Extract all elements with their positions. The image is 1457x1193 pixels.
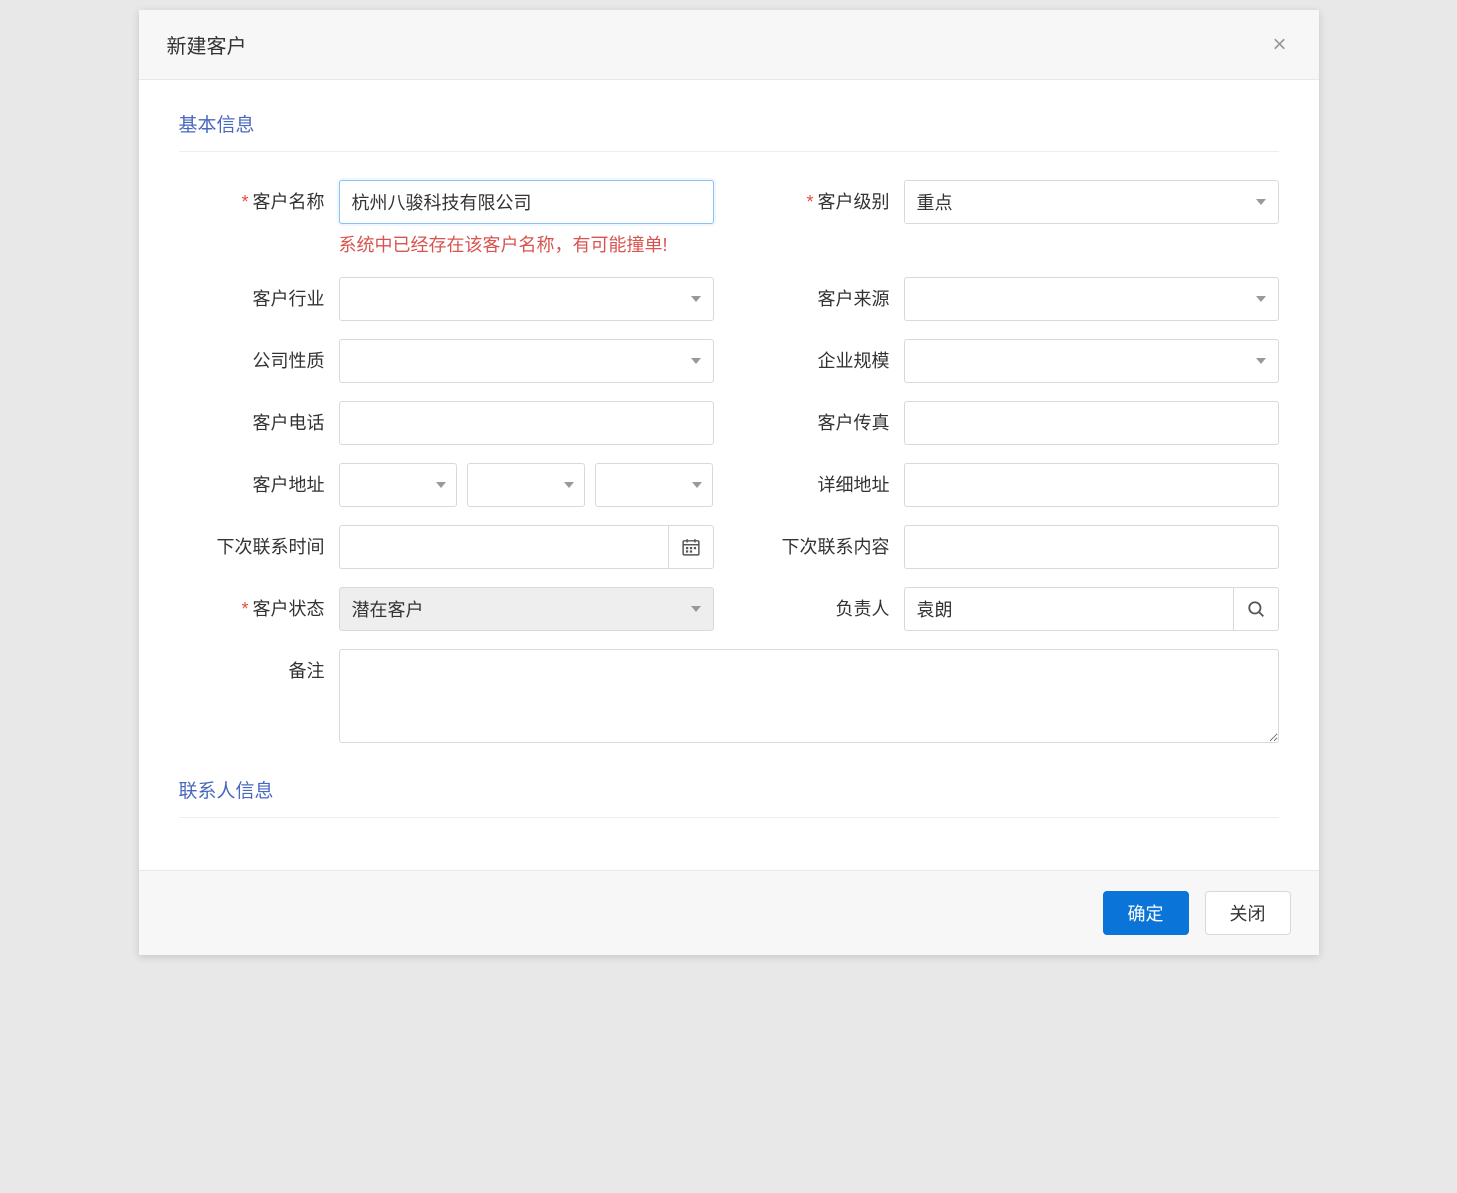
label-next-contact-content: 下次联系内容 [744,525,904,559]
next-contact-time-input[interactable] [339,525,668,569]
customer-status-select[interactable]: 潜在客户 [339,587,714,631]
label-detail-address: 详细地址 [744,463,904,497]
remark-textarea[interactable] [339,649,1279,743]
chevron-down-icon [1256,358,1266,364]
owner-search-button[interactable] [1233,587,1279,631]
customer-name-error: 系统中已经存在该客户名称，有可能撞单! [339,232,714,259]
address-group [339,463,714,507]
datepicker-group [339,525,714,569]
customer-level-select[interactable]: 重点 [904,180,1279,224]
chevron-down-icon [564,482,574,488]
row-remark: 备注 [179,649,1279,748]
label-company-nature: 公司性质 [179,339,339,373]
customer-name-input[interactable] [339,180,714,224]
row-company-nature: 公司性质 [179,339,714,383]
row-next-contact-content: 下次联系内容 [744,525,1279,569]
label-company-scale: 企业规模 [744,339,904,373]
required-marker: * [241,599,248,619]
modal-body[interactable]: 基本信息 *客户名称 系统中已经存在该客户名称，有可能撞单! *客户级别 [139,80,1319,870]
chevron-down-icon [691,358,701,364]
row-customer-address: 客户地址 [179,463,714,507]
close-button[interactable]: × [1268,33,1290,57]
chevron-down-icon [692,482,702,488]
calendar-icon [682,538,700,556]
chevron-down-icon [436,482,446,488]
modal-header: 新建客户 × [139,10,1319,80]
label-owner: 负责人 [744,587,904,621]
confirm-button[interactable]: 确定 [1103,891,1189,935]
modal-footer: 确定 关闭 [139,870,1319,955]
new-customer-modal: 新建客户 × 基本信息 *客户名称 系统中已经存在该客户名称，有可能撞单! *客… [139,10,1319,955]
detail-address-input[interactable] [904,463,1279,507]
row-customer-source: 客户来源 [744,277,1279,321]
label-customer-source: 客户来源 [744,277,904,311]
label-customer-fax: 客户传真 [744,401,904,435]
label-customer-name: *客户名称 [179,180,339,214]
chevron-down-icon [1256,199,1266,205]
row-customer-phone: 客户电话 [179,401,714,445]
datepicker-button[interactable] [668,525,714,569]
province-select[interactable] [339,463,457,507]
next-contact-content-input[interactable] [904,525,1279,569]
chevron-down-icon [691,606,701,612]
form-grid: *客户名称 系统中已经存在该客户名称，有可能撞单! *客户级别 重点 [179,180,1279,766]
chevron-down-icon [691,296,701,302]
row-customer-name: *客户名称 系统中已经存在该客户名称，有可能撞单! [179,180,714,259]
label-next-contact-time: 下次联系时间 [179,525,339,559]
row-owner: 负责人 [744,587,1279,631]
close-icon: × [1272,31,1286,58]
label-customer-industry: 客户行业 [179,277,339,311]
search-icon [1247,600,1265,618]
district-select[interactable] [595,463,713,507]
row-company-scale: 企业规模 [744,339,1279,383]
city-select[interactable] [467,463,585,507]
customer-status-value: 潜在客户 [352,596,424,622]
owner-input[interactable] [904,587,1233,631]
label-customer-address: 客户地址 [179,463,339,497]
row-next-contact-time: 下次联系时间 [179,525,714,569]
cancel-button[interactable]: 关闭 [1205,891,1291,935]
row-customer-level: *客户级别 重点 [744,180,1279,259]
row-customer-status: *客户状态 潜在客户 [179,587,714,631]
section-basic-info-title: 基本信息 [179,110,1279,152]
row-customer-industry: 客户行业 [179,277,714,321]
customer-source-select[interactable] [904,277,1279,321]
company-nature-select[interactable] [339,339,714,383]
label-customer-status: *客户状态 [179,587,339,621]
label-customer-phone: 客户电话 [179,401,339,435]
label-customer-level: *客户级别 [744,180,904,214]
required-marker: * [241,192,248,212]
section-contact-info-title: 联系人信息 [179,776,1279,818]
row-customer-fax: 客户传真 [744,401,1279,445]
customer-phone-input[interactable] [339,401,714,445]
required-marker: * [806,192,813,212]
customer-industry-select[interactable] [339,277,714,321]
label-remark: 备注 [179,649,339,683]
customer-level-value: 重点 [917,189,953,215]
company-scale-select[interactable] [904,339,1279,383]
chevron-down-icon [1256,296,1266,302]
owner-lookup-group [904,587,1279,631]
modal-title: 新建客户 [167,30,247,59]
customer-fax-input[interactable] [904,401,1279,445]
row-detail-address: 详细地址 [744,463,1279,507]
